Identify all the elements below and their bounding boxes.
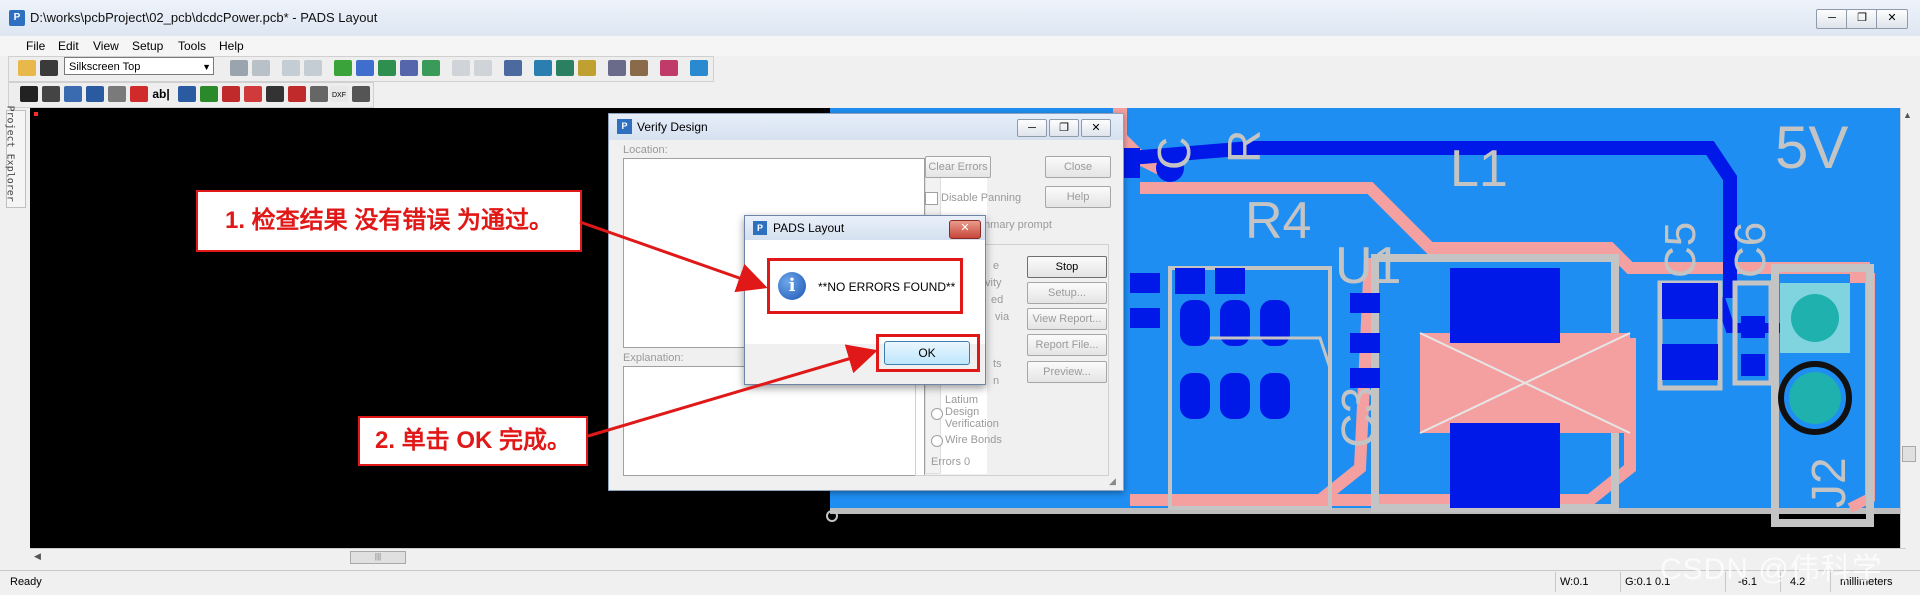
arrow-to-message — [579, 220, 768, 293]
watermark: CSDN @伟科学 — [1660, 553, 1883, 586]
arrow-to-ok — [587, 344, 878, 438]
annotation-arrows — [579, 220, 878, 438]
